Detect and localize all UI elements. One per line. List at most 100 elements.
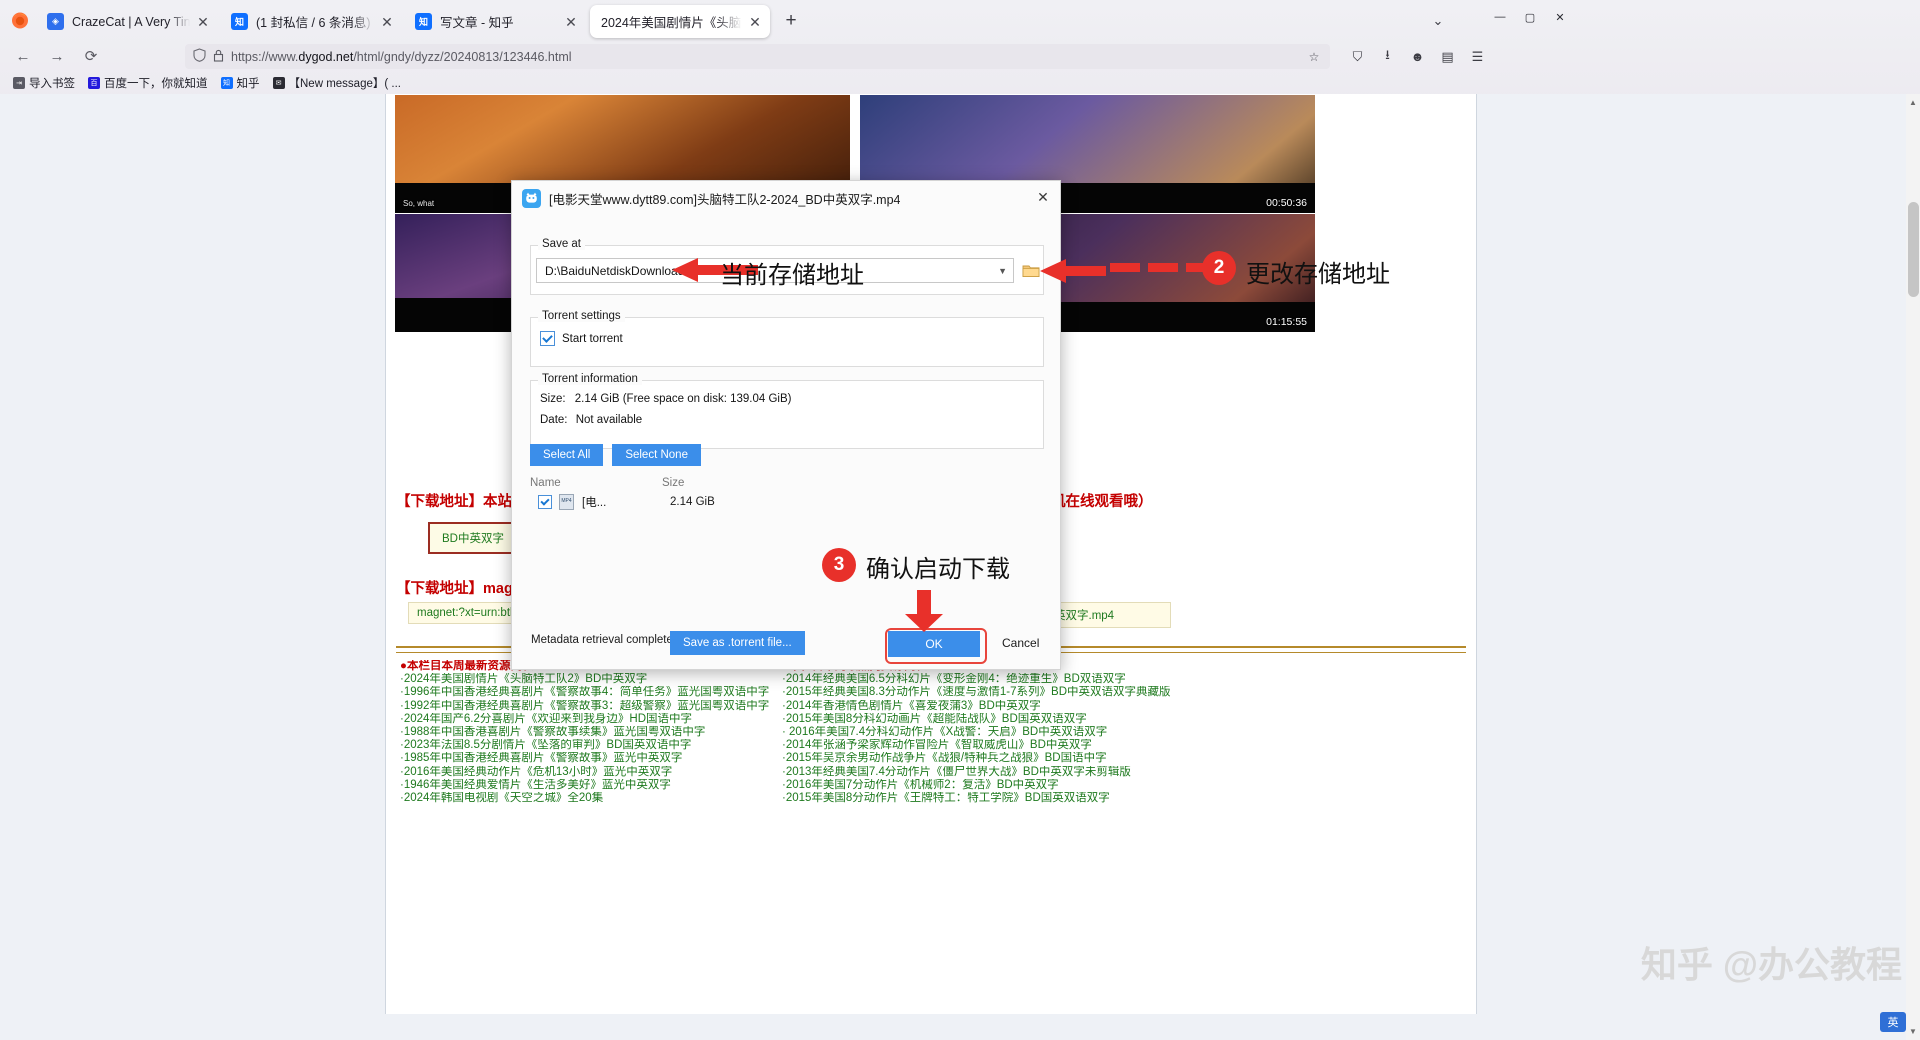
cat-torrent-app-icon: [522, 189, 541, 208]
bookmark-label: 百度一下，你就知道: [104, 75, 208, 91]
list-item[interactable]: ·2024年韩国电视剧《天空之城》全20集: [400, 792, 769, 805]
pocket-icon[interactable]: ⛉: [1345, 44, 1370, 69]
list-item[interactable]: ·1946年美国经典爱情片《生活多美好》蓝光中英双字: [400, 779, 769, 792]
cancel-button[interactable]: Cancel: [1002, 636, 1039, 650]
import-bookmarks-icon: ⇥: [13, 77, 25, 89]
list-item[interactable]: ·2014年张涵予梁家辉动作冒险片《智取威虎山》BD中英双字: [782, 739, 1171, 752]
url-domain: dygod.net: [298, 50, 353, 64]
back-button[interactable]: ←: [10, 43, 36, 69]
torrent-date-line: Date: Not available: [540, 414, 642, 426]
list-item[interactable]: ·2023年法国8.5分剧情片《坠落的审判》BD国英双语中字: [400, 739, 769, 752]
file-name: [电...: [582, 494, 660, 510]
screenshot-timestamp: 00:50:36: [1266, 197, 1307, 209]
bookmark-item[interactable]: 知 知乎: [216, 73, 265, 93]
list-item[interactable]: ·2016年美国经典动作片《危机13小时》蓝光中英双字: [400, 766, 769, 779]
close-window-button[interactable]: ✕: [1545, 6, 1575, 28]
file-size: 2.14 GiB: [670, 496, 715, 508]
list-item[interactable]: ·2015年美国8分动作片《王牌特工：特工学院》BD国英双语双字: [782, 792, 1171, 805]
select-none-button[interactable]: Select None: [612, 444, 701, 466]
extensions-icon[interactable]: ▤: [1435, 44, 1460, 69]
file-checkbox[interactable]: [538, 495, 552, 509]
bookmark-item[interactable]: 百 百度一下，你就知道: [83, 73, 213, 93]
save-torrent-file-button[interactable]: Save as .torrent file...: [670, 631, 805, 655]
download-heading-2: 【下载地址】mag: [396, 577, 513, 598]
bookmark-label: 【New message】( ...: [289, 75, 401, 91]
column-size: Size: [662, 477, 684, 489]
minimize-button[interactable]: —: [1485, 6, 1515, 28]
dialog-close-icon[interactable]: ✕: [1030, 185, 1056, 209]
browser-tab[interactable]: 知 写文章 - 知乎 ✕: [406, 5, 586, 38]
dialog-titlebar: [电影天堂www.dytt89.com]头脑特工队2-2024_BD中英双字.m…: [512, 181, 1060, 215]
torrent-size-line: Size: 2.14 GiB (Free space on disk: 139.…: [540, 393, 791, 405]
tab-close-icon[interactable]: ✕: [378, 13, 396, 31]
annotation-badge-3: 3: [822, 548, 856, 582]
bd-quality-tag[interactable]: BD中英双字: [428, 522, 518, 554]
start-torrent-checkbox[interactable]: [540, 331, 555, 346]
start-torrent-checkbox-row[interactable]: Start torrent: [540, 331, 623, 346]
list-item[interactable]: ·1988年中国香港喜剧片《警察故事续集》蓝光国粤双语中字: [400, 726, 769, 739]
bookmark-label: 导入书签: [29, 75, 75, 91]
url-path: /html/gndy/dyzz/20240813/123446.html: [353, 50, 571, 64]
magnet-link-right[interactable]: 英双字.mp4: [1046, 602, 1171, 628]
zhihu-favicon-icon: 知: [221, 77, 233, 89]
navigation-toolbar: ← → ⟳ https://www.dygod.net/html/gndy/dy…: [0, 40, 1920, 72]
scrollbar-thumb[interactable]: [1908, 202, 1919, 297]
tab-strip: ◈ CrazeCat | A Very Tiny BitTorr ✕ 知 (1 …: [0, 0, 1920, 40]
list-item[interactable]: ·2014年香港情色剧情片《喜爱夜蒲3》BD中英双字: [782, 700, 1171, 713]
account-icon[interactable]: ☻: [1405, 44, 1430, 69]
scroll-down-arrow-icon[interactable]: ▼: [1908, 1027, 1918, 1036]
browse-folder-button[interactable]: [1020, 259, 1042, 283]
tracking-shield-icon[interactable]: [193, 48, 206, 65]
bookmark-star-icon[interactable]: ☆: [1304, 48, 1324, 66]
tab-label: 写文章 - 知乎: [440, 12, 558, 31]
url-text: https://www.dygod.net/html/gndy/dyzz/202…: [231, 50, 572, 64]
bookmark-item[interactable]: ⇥ 导入书签: [8, 73, 80, 93]
list-item[interactable]: ·1985年中国香港经典喜剧片《警察故事》蓝光中英双字: [400, 752, 769, 765]
annotation-arrow-confirm-download: [903, 590, 945, 637]
browser-tab-active[interactable]: 2024年美国剧情片《头脑特工队2》 ✕: [590, 5, 770, 38]
lock-icon[interactable]: [213, 49, 224, 65]
annotation-label-change-path: 更改存储地址: [1246, 254, 1390, 289]
select-all-button[interactable]: Select All: [530, 444, 603, 466]
bookmark-item[interactable]: ✉ 【New message】( ...: [268, 73, 406, 93]
list-item[interactable]: ·2024年国产6.2分喜剧片《欢迎来到我身边》HD国语中字: [400, 713, 769, 726]
page-scrollbar[interactable]: ▲ ▼: [1906, 94, 1920, 1040]
address-bar[interactable]: https://www.dygod.net/html/gndy/dyzz/202…: [185, 44, 1330, 69]
downloads-icon[interactable]: ⭳: [1375, 44, 1400, 69]
maximize-button[interactable]: ▢: [1515, 6, 1545, 28]
list-item[interactable]: · 2016年美国7.4分科幻动作片《X战警：天启》BD中英双语双字: [782, 726, 1171, 739]
new-tab-button[interactable]: +: [778, 9, 804, 35]
tab-close-icon[interactable]: ✕: [562, 13, 580, 31]
forward-button[interactable]: →: [44, 43, 70, 69]
hottest-resource-list: ●本栏目本周最热门资源列表： ·2014年经典美国6.5分科幻片《变形金刚4：绝…: [782, 660, 1171, 805]
browser-tab[interactable]: ◈ CrazeCat | A Very Tiny BitTorr ✕: [38, 5, 218, 38]
annotation-label-current-path: 当前存储地址: [720, 255, 864, 290]
browser-tab[interactable]: 知 (1 封私信 / 6 条消息) 首页 - 知 ✕: [222, 5, 402, 38]
watermark: 知乎 @办公教程: [1641, 936, 1902, 988]
latest-resource-list: ●本栏目本周最新资源列表： ·2024年美国剧情片《头脑特工队2》BD中英双字 …: [400, 660, 769, 805]
list-all-tabs-icon[interactable]: ⌄: [1425, 9, 1451, 35]
list-item[interactable]: ·2014年经典美国6.5分科幻片《变形金刚4：绝迹重生》BD双语双字: [782, 673, 1171, 686]
list-item[interactable]: ·2024年美国剧情片《头脑特工队2》BD中英双字: [400, 673, 769, 686]
scroll-up-arrow-icon[interactable]: ▲: [1908, 98, 1918, 107]
torrent-favicon-icon: ◈: [47, 13, 64, 30]
tab-close-icon[interactable]: ✕: [746, 13, 764, 31]
list-item[interactable]: ·1996年中国香港经典喜剧片《警察故事4：简单任务》蓝光国粤双语中字: [400, 686, 769, 699]
size-label: Size:: [540, 393, 566, 405]
annotation-arrow-change-path: [1040, 257, 1106, 290]
list-item[interactable]: ·2015年吴京余男动作战争片《战狼/特种兵之战狼》BD国语中字: [782, 752, 1171, 765]
app-menu-icon[interactable]: ☰: [1465, 44, 1490, 69]
tab-close-icon[interactable]: ✕: [194, 13, 212, 31]
chevron-down-icon[interactable]: ▼: [998, 266, 1007, 276]
list-item[interactable]: ·2015年经典美国8.3分动作片《速度与激情1-7系列》BD中英双语双字典藏版: [782, 686, 1171, 699]
table-row[interactable]: MP4 [电... 2.14 GiB: [538, 494, 715, 510]
reader-view-icon[interactable]: reader-view-icon: [1282, 48, 1302, 66]
save-path-value: D:\BaiduNetdiskDownload: [545, 264, 684, 278]
ime-indicator[interactable]: 英: [1880, 1012, 1906, 1032]
annotation-dash: [1110, 263, 1140, 272]
list-item[interactable]: ·2016年美国7分动作片《机械师2：复活》BD中英双字: [782, 779, 1171, 792]
list-item[interactable]: ·2015年美国8分科幻动画片《超能陆战队》BD国英双语双字: [782, 713, 1171, 726]
reload-button[interactable]: ⟳: [78, 43, 104, 69]
list-item[interactable]: ·1992年中国香港经典喜剧片《警察故事3：超级警察》蓝光国粤双语中字: [400, 700, 769, 713]
list-item[interactable]: ·2013年经典美国7.4分动作片《僵尸世界大战》BD中英双字未剪辑版: [782, 766, 1171, 779]
